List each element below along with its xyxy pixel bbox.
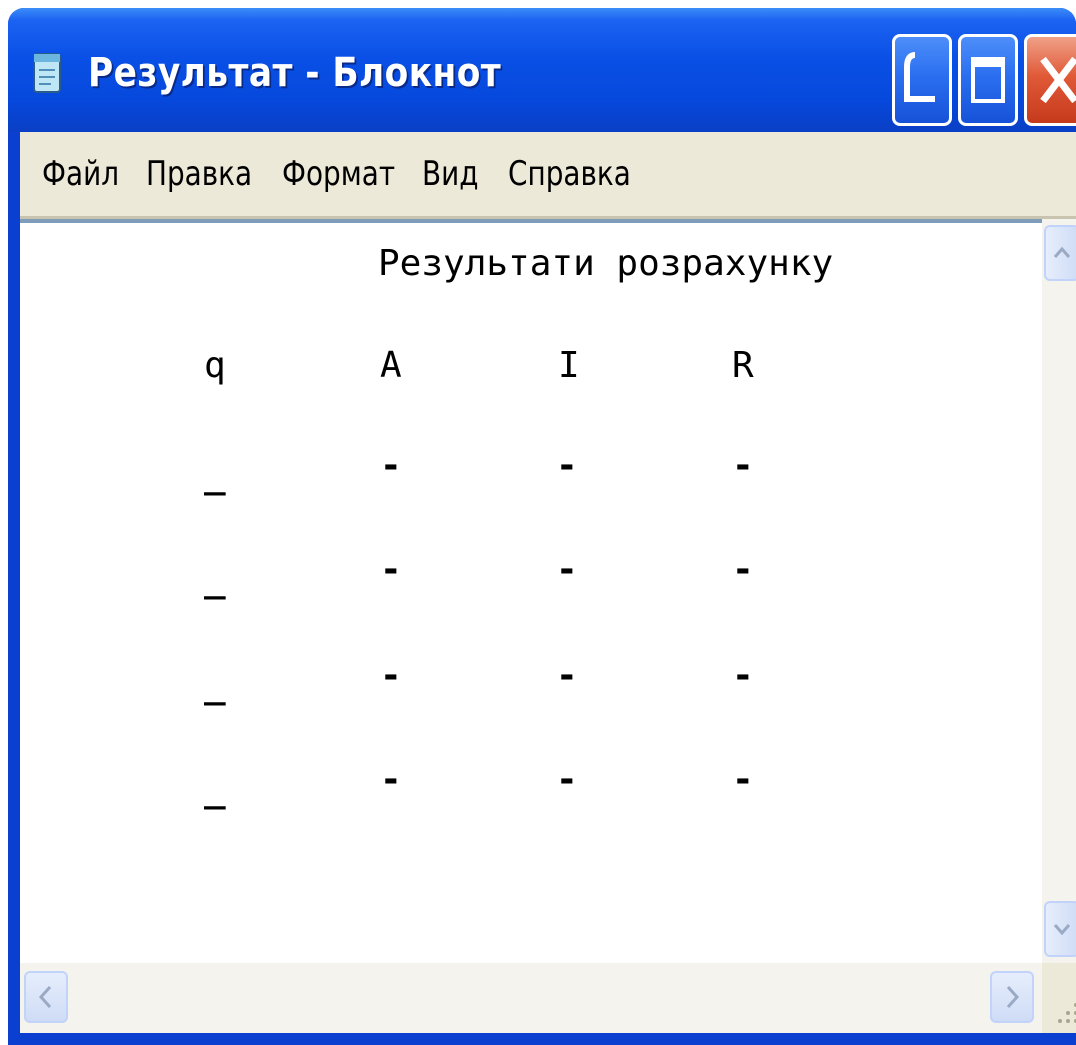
result-cell: - [556, 549, 578, 590]
notepad-icon [33, 53, 61, 93]
vertical-scrollbar[interactable] [1042, 219, 1076, 963]
menu-help[interactable]: Справка [508, 154, 631, 194]
close-icon [1040, 56, 1076, 104]
minimize-icon [904, 52, 935, 102]
result-cell: - [556, 655, 578, 696]
result-cell: - [380, 445, 402, 486]
chevron-down-icon [1053, 924, 1071, 936]
result-cell: - [380, 549, 402, 590]
result-cell: _ [204, 455, 226, 496]
maximize-icon [971, 57, 1005, 103]
menu-bar: Файл Правка Формат Вид Справка [20, 132, 1076, 219]
result-cell: - [732, 445, 754, 486]
chevron-up-icon [1053, 246, 1071, 258]
minimize-button[interactable] [892, 34, 952, 126]
maximize-button[interactable] [958, 34, 1018, 126]
column-header-i: I [558, 345, 580, 386]
text-area[interactable]: Результати розрахунку q A I R _ - - - _ - - - _ -… [20, 219, 1042, 967]
scroll-down-button[interactable] [1044, 901, 1076, 957]
horizontal-scrollbar[interactable] [20, 963, 1042, 1033]
result-cell: - [556, 759, 578, 800]
result-cell: - [380, 655, 402, 696]
chevron-right-icon [1006, 985, 1020, 1009]
title-bar[interactable]: Результат - Блокнот [8, 8, 1076, 132]
column-header-q: q [204, 345, 226, 386]
close-button[interactable] [1024, 34, 1076, 126]
result-cell: _ [204, 665, 226, 706]
result-cell: - [732, 549, 754, 590]
scroll-right-button[interactable] [990, 971, 1034, 1023]
result-cell: _ [204, 769, 226, 810]
resize-grip[interactable] [1042, 963, 1076, 1033]
menu-format[interactable]: Формат [282, 154, 395, 194]
resize-grip-icon [1058, 1003, 1076, 1023]
scroll-left-button[interactable] [24, 971, 68, 1023]
window-title: Результат - Блокнот [88, 50, 502, 96]
result-cell: - [732, 655, 754, 696]
notepad-window: Результат - Блокнот Файл Правка Формат В… [8, 8, 1076, 1045]
document-heading: Результати розрахунку [378, 243, 834, 284]
scroll-up-button[interactable] [1044, 225, 1076, 281]
result-cell: - [732, 759, 754, 800]
result-cell: - [556, 445, 578, 486]
column-header-r: R [732, 345, 754, 386]
result-cell: - [380, 759, 402, 800]
menu-edit[interactable]: Правка [146, 154, 252, 194]
chevron-left-icon [38, 985, 52, 1009]
menu-view[interactable]: Вид [422, 154, 479, 194]
result-cell: _ [204, 559, 226, 600]
menu-file[interactable]: Файл [42, 154, 119, 194]
column-header-a: A [380, 345, 402, 386]
